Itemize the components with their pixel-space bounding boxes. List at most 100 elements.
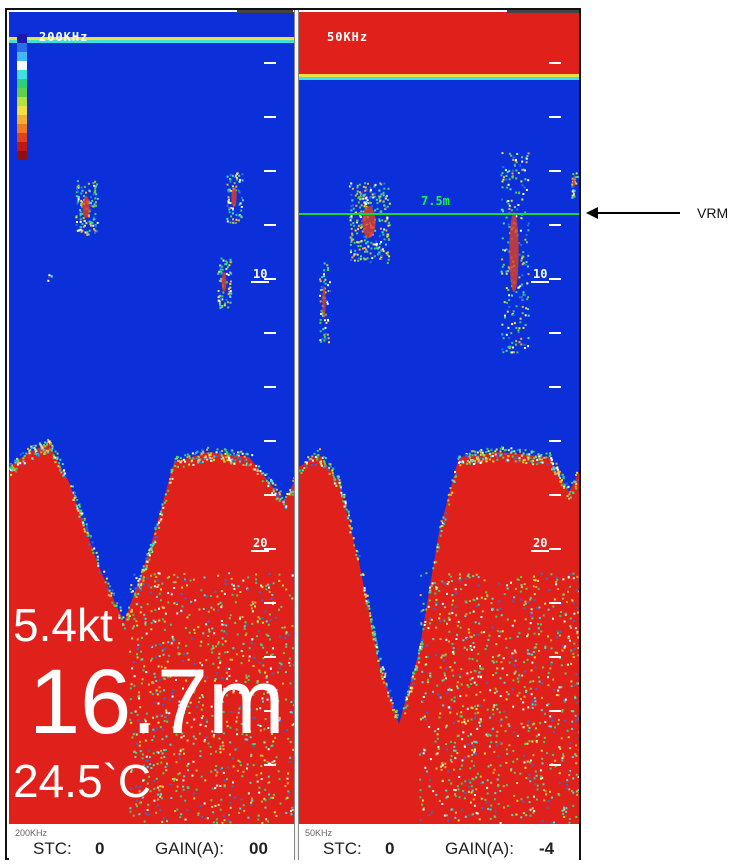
echo-speckle [516, 694, 519, 697]
echo-speckle [480, 676, 482, 679]
echo-speckle [137, 644, 140, 647]
echo-speckle [228, 794, 231, 797]
fish-echo [324, 278, 327, 281]
fish-echo [385, 229, 388, 232]
echo-speckle [464, 583, 467, 586]
echo-speckle [170, 797, 173, 799]
fish-echo [371, 193, 374, 196]
echo-speckle [382, 681, 385, 684]
fish-echo [319, 294, 322, 297]
echo-speckle [436, 543, 439, 546]
echo-speckle [448, 618, 451, 621]
echo-speckle [533, 656, 536, 659]
fish-echo [322, 328, 325, 331]
echo-speckle [448, 573, 451, 576]
echo-speckle [155, 535, 158, 538]
echo-speckle [276, 497, 279, 500]
echo-speckle [182, 779, 185, 782]
echo-speckle [547, 684, 550, 687]
echo-speckle [444, 762, 447, 765]
stc-value[interactable]: 0 [385, 839, 394, 859]
echo-speckle [211, 627, 214, 630]
echo-speckle [442, 659, 445, 662]
echo-speckle [231, 785, 234, 788]
echo-speckle [251, 799, 254, 802]
fish-echo [501, 152, 504, 155]
echo-speckle [520, 576, 523, 578]
echo-speckle [460, 461, 463, 463]
fish-echo [356, 232, 359, 235]
echo-speckle [162, 772, 165, 775]
echo-speckle [231, 458, 234, 461]
echo-speckle [524, 449, 527, 452]
echo-speckle [228, 813, 230, 816]
fish-echo [505, 216, 508, 219]
fish-echo [226, 301, 229, 304]
echo-speckle [83, 530, 86, 533]
echo-speckle [478, 671, 481, 674]
echo-speckle [444, 766, 447, 769]
echo-speckle [121, 617, 124, 620]
echo-speckle [484, 798, 487, 801]
echo-speckle [412, 683, 415, 685]
echo-speckle [205, 595, 208, 598]
echo-speckle [73, 497, 76, 499]
echo-speckle [472, 575, 475, 578]
echo-speckle [496, 667, 499, 670]
echo-speckle [299, 469, 302, 472]
echo-speckle [135, 603, 138, 606]
echo-speckle [228, 753, 231, 756]
fish-echo [353, 259, 356, 262]
echo-speckle [243, 625, 246, 628]
echo-speckle [569, 747, 572, 750]
echo-speckle [504, 448, 507, 451]
fish-echo [504, 314, 506, 317]
echo-speckle [232, 765, 235, 768]
echo-speckle [261, 617, 264, 620]
echo-speckle [245, 767, 248, 770]
gain-value[interactable]: -4 [539, 839, 554, 859]
echo-speckle [563, 483, 566, 486]
echo-speckle [422, 639, 424, 642]
echo-speckle [525, 814, 528, 817]
fish-echo [381, 231, 384, 234]
echo-speckle [178, 772, 181, 775]
echo-speckle [167, 592, 170, 595]
echo-speckle [13, 468, 16, 471]
fish-echo [351, 256, 354, 259]
stc-value[interactable]: 0 [95, 839, 104, 859]
echo-speckle [548, 725, 551, 728]
echo-speckle [488, 634, 491, 637]
echo-speckle [262, 646, 265, 649]
echo-speckle [420, 574, 423, 577]
gain-value[interactable]: 00 [249, 839, 268, 859]
echo-speckle [534, 455, 537, 458]
vrm-line[interactable] [299, 213, 579, 215]
fish-echo [359, 245, 362, 247]
echo-speckle [460, 715, 463, 718]
top-indicator-right [507, 10, 579, 13]
echo-speckle [242, 579, 245, 582]
fish-echo [571, 185, 574, 188]
echo-speckle [569, 625, 572, 628]
echo-speckle [566, 729, 569, 732]
echo-speckle [233, 459, 236, 462]
echo-speckle [483, 454, 486, 457]
echo-speckle [192, 792, 195, 795]
echo-speckle [255, 578, 257, 581]
depth-tick [549, 62, 561, 64]
echo-speckle [453, 768, 455, 771]
fish-echo [240, 205, 243, 208]
echo-speckle [443, 521, 446, 524]
echo-speckle [148, 554, 151, 557]
fish-echo [521, 312, 524, 315]
fish-echo [94, 231, 97, 234]
echo-speckle [531, 461, 534, 464]
fish-echo [503, 176, 505, 179]
fish-echo [572, 192, 575, 195]
echo-speckle [462, 705, 464, 708]
echo-speckle [172, 581, 175, 584]
echo-speckle [270, 598, 273, 600]
fish-echo [236, 178, 238, 181]
echo-speckle [550, 821, 553, 824]
